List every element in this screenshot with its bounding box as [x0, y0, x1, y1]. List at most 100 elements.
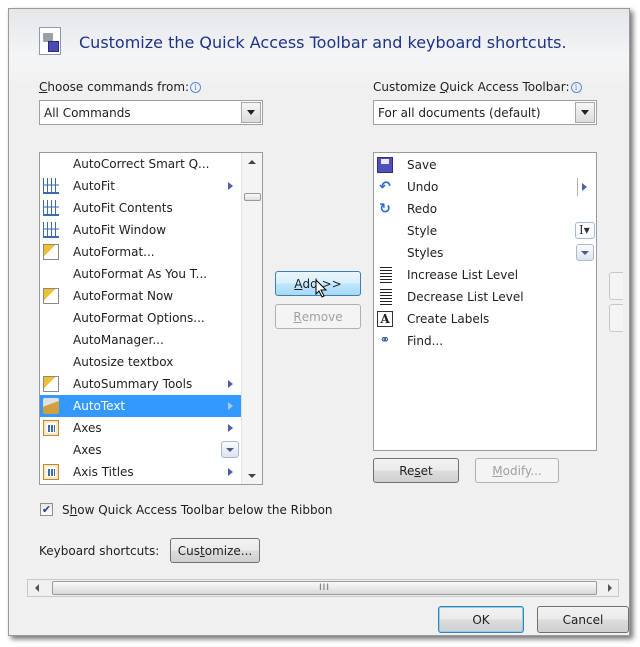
left-list-item[interactable]: Axes: [40, 439, 242, 461]
list-item-label: AutoFit Window: [73, 223, 167, 237]
list-item-label: Increase List Level: [407, 268, 519, 282]
submenu-arrow-icon: [228, 468, 233, 476]
move-down-button[interactable]: [609, 304, 623, 332]
reset-button[interactable]: Re s et: [373, 458, 459, 483]
choose-commands-combo[interactable]: All Commands: [39, 100, 263, 125]
find-binoculars-icon: ⚭: [379, 333, 391, 348]
undo-icon: ↶: [379, 179, 391, 195]
left-list-item[interactable]: AutoText: [40, 395, 242, 417]
scroll-thumb[interactable]: [244, 193, 261, 201]
right-list-item[interactable]: Style I▾: [374, 220, 596, 242]
left-list-item[interactable]: AutoFit: [40, 175, 242, 197]
choose-commands-value: All Commands: [44, 105, 131, 120]
submenu-arrow-icon: [582, 183, 587, 191]
list-item-label: Axes: [73, 443, 102, 457]
show-below-ribbon-label[interactable]: Show Quick Access Toolbar below the Ribb…: [62, 503, 333, 517]
list-item-label: AutoFormat...: [73, 245, 155, 259]
right-list-item[interactable]: A Create Labels: [374, 308, 596, 330]
right-list-item[interactable]: Styles: [374, 242, 596, 264]
commands-list[interactable]: AutoCorrect Smart Q... AutoFit AutoFit Con…: [39, 152, 263, 485]
create-labels-icon: A: [377, 311, 393, 327]
scroll-down-button[interactable]: [242, 467, 262, 484]
list-item-label: Axis Titles: [73, 465, 134, 479]
left-list-item[interactable]: Autosize textbox: [40, 351, 242, 373]
left-list-item[interactable]: AutoFormat...: [40, 241, 242, 263]
keyboard-shortcuts-label: Keyboard shortcuts:: [39, 544, 160, 558]
customize-qat-label: Customize Quick Access Toolbar: i: [373, 80, 582, 94]
table-autofit-icon: [43, 178, 59, 194]
ok-button[interactable]: OK: [438, 606, 524, 633]
customize-qat-combo[interactable]: For all documents (default): [373, 100, 597, 125]
text-cursor-dropdown-icon: I▾: [575, 222, 595, 239]
cancel-button[interactable]: Cancel: [537, 606, 629, 633]
separator: [577, 178, 578, 196]
info-icon[interactable]: i: [190, 82, 202, 93]
submenu-arrow-icon: [228, 424, 233, 432]
left-list-item[interactable]: Axes: [40, 417, 242, 439]
list-item-label: AutoFormat Options...: [73, 311, 205, 325]
save-icon: [377, 157, 393, 173]
move-up-button[interactable]: [609, 272, 623, 300]
commands-list-scrollbar[interactable]: [241, 153, 262, 484]
chart-axis-titles-icon: [43, 464, 59, 480]
mouse-pointer-icon: [315, 279, 328, 298]
left-list-item[interactable]: AutoFormat As You T...: [40, 263, 242, 285]
left-list-item[interactable]: AutoManager...: [40, 329, 242, 351]
list-item-label: AutoManager...: [73, 333, 164, 347]
redo-icon: ↻: [379, 201, 391, 217]
right-list-item[interactable]: ⚭ Find...: [374, 330, 596, 352]
chevron-down-icon[interactable]: [575, 102, 595, 123]
chevron-down-icon[interactable]: [241, 102, 261, 123]
list-item-label: AutoFit: [73, 179, 115, 193]
list-item-label: Create Labels: [407, 312, 490, 326]
quick-access-toolbar-icon: [39, 27, 63, 57]
submenu-arrow-icon: [228, 402, 233, 410]
horizontal-scroll-thumb[interactable]: III: [52, 581, 597, 595]
list-item-label: Find...: [407, 334, 444, 348]
right-list-item[interactable]: Save: [374, 154, 596, 176]
dropdown-icon: [576, 244, 594, 261]
checkmark-icon: ✔: [41, 503, 52, 516]
list-item-label: Redo: [407, 202, 438, 216]
list-item-label: Style: [407, 224, 438, 238]
dialog-horizontal-scrollbar[interactable]: III: [27, 579, 619, 597]
scroll-left-button[interactable]: [28, 580, 45, 596]
submenu-arrow-icon: [228, 182, 233, 190]
dialog-title-row: Customize the Quick Access Toolbar and k…: [39, 27, 567, 57]
table-autofit-icon: [43, 200, 59, 216]
left-list-item[interactable]: AutoFit Window: [40, 219, 242, 241]
right-list-item[interactable]: ↻ Redo: [374, 198, 596, 220]
left-list-item[interactable]: Axis Titles: [40, 461, 242, 483]
list-item-label: Undo: [407, 180, 439, 194]
right-list-item[interactable]: Increase List Level: [374, 264, 596, 286]
right-list-item[interactable]: ↶ Undo: [374, 176, 596, 198]
autosummary-icon: [43, 376, 59, 392]
left-list-item[interactable]: AutoSummary Tools: [40, 373, 242, 395]
list-item-label: Decrease List Level: [407, 290, 524, 304]
modify-button[interactable]: Modify...: [475, 458, 559, 483]
left-list-item[interactable]: AutoFit Contents: [40, 197, 242, 219]
left-list-item[interactable]: AutoCorrect Smart Q...: [40, 153, 242, 175]
chart-axes-icon: [43, 420, 59, 436]
info-icon[interactable]: i: [570, 82, 582, 93]
decrease-list-level-icon: [380, 289, 392, 305]
grip-icon: III: [319, 583, 330, 593]
quick-access-toolbar-list[interactable]: Save ↶ Undo ↻ Redo Style I▾ Styles Increase List…: [373, 152, 597, 451]
list-item-label: Save: [407, 158, 437, 172]
list-item-label: Styles: [407, 246, 444, 260]
list-item-label: AutoSummary Tools: [73, 377, 193, 391]
autoformat-icon: [43, 288, 59, 304]
customize-shortcuts-button[interactable]: Cus t omize...: [170, 538, 260, 563]
autoformat-icon: [43, 244, 59, 260]
list-item-label: Axes: [73, 421, 102, 435]
show-below-ribbon-checkbox[interactable]: ✔: [40, 503, 53, 516]
list-item-label: AutoFormat As You T...: [73, 267, 208, 281]
left-list-item[interactable]: AutoFormat Options...: [40, 307, 242, 329]
remove-button[interactable]: Remove: [275, 304, 361, 329]
list-item-label: Autosize textbox: [73, 355, 174, 369]
scroll-right-button[interactable]: [601, 580, 618, 596]
choose-commands-label: Choose commands from: i: [39, 80, 202, 94]
left-list-item[interactable]: AutoFormat Now: [40, 285, 242, 307]
scroll-up-button[interactable]: [242, 153, 262, 170]
right-list-item[interactable]: Decrease List Level: [374, 286, 596, 308]
